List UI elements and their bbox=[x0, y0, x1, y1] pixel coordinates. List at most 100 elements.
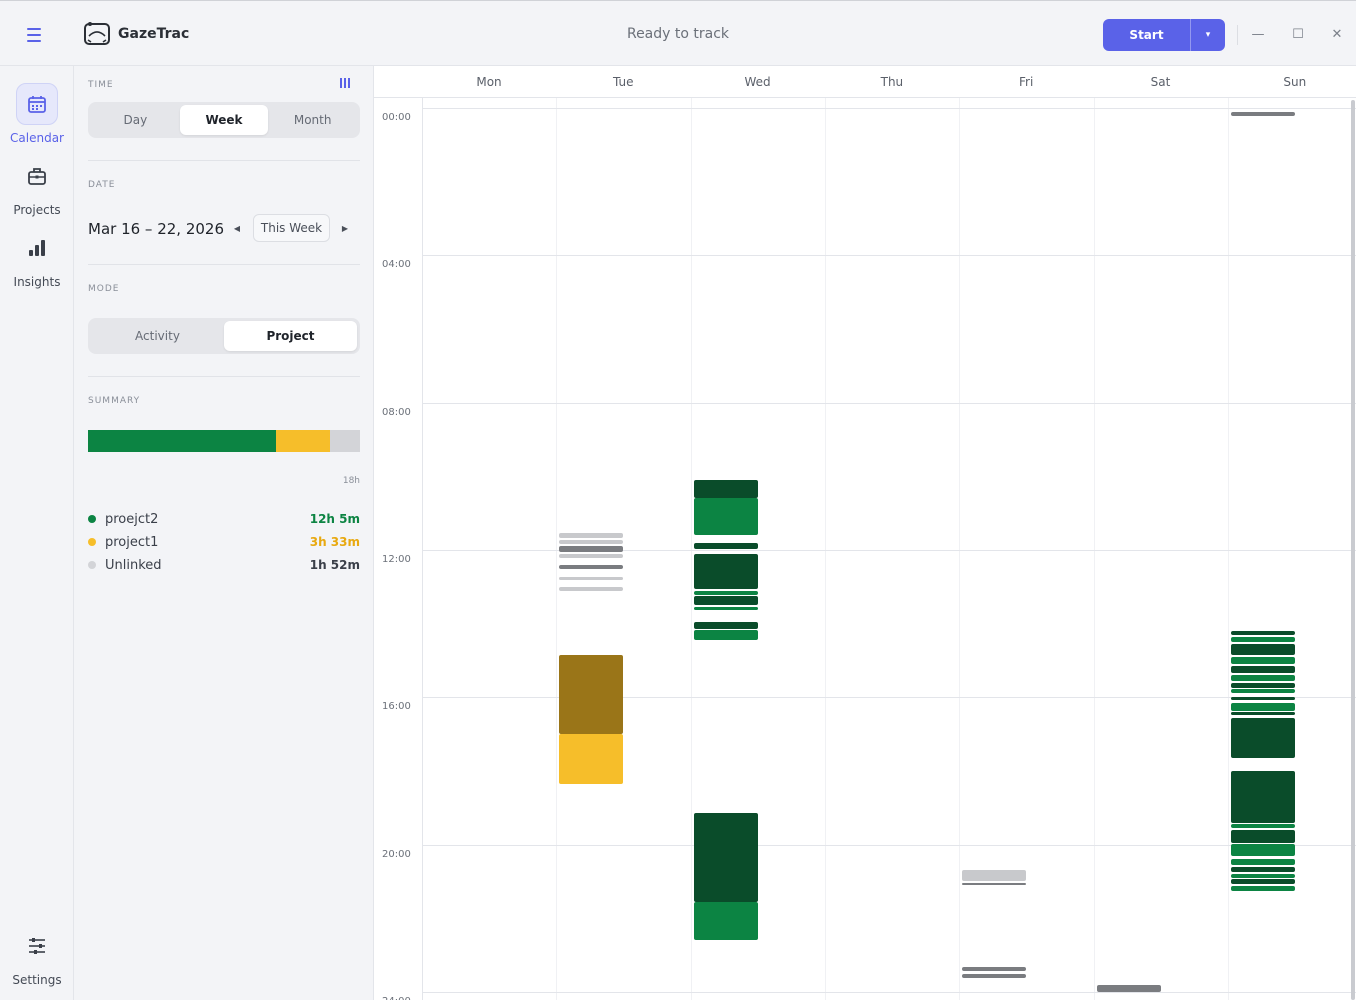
calendar-scrollbar[interactable] bbox=[1351, 100, 1355, 1000]
day-header-wed: Wed bbox=[744, 75, 771, 89]
hour-gridline bbox=[422, 402, 1356, 404]
tracked-block[interactable] bbox=[559, 533, 624, 539]
start-button[interactable]: Start bbox=[1103, 19, 1191, 51]
tracked-block[interactable] bbox=[1230, 656, 1295, 665]
week-calendar: Mon Tue Wed Thu Fri Sat Sun 00:00 04:00 08:00 12:… bbox=[374, 66, 1356, 1000]
day-header-tue: Tue bbox=[613, 75, 634, 89]
tracked-block[interactable] bbox=[1230, 631, 1295, 636]
menu-icon[interactable] bbox=[25, 25, 45, 43]
start-dropdown-icon[interactable]: ▾ bbox=[1191, 19, 1225, 51]
start-button-group: Start ▾ bbox=[1103, 19, 1225, 51]
tracked-block[interactable] bbox=[559, 553, 624, 559]
tracked-block[interactable] bbox=[1230, 712, 1295, 715]
summary-segment bbox=[88, 430, 276, 452]
tracked-block[interactable] bbox=[1230, 675, 1295, 681]
tracked-block[interactable] bbox=[693, 630, 758, 641]
tracked-block[interactable] bbox=[1230, 824, 1295, 829]
tracked-block[interactable] bbox=[1230, 666, 1295, 674]
next-week-icon[interactable]: ▶ bbox=[338, 220, 352, 236]
this-week-button[interactable]: This Week bbox=[253, 214, 330, 242]
time-option-month[interactable]: Month bbox=[268, 105, 357, 135]
day-column-divider bbox=[690, 98, 692, 1000]
tracked-block[interactable] bbox=[559, 586, 624, 591]
summary-bar bbox=[88, 430, 360, 452]
tracked-block[interactable] bbox=[559, 654, 624, 735]
tracked-block[interactable] bbox=[1230, 829, 1295, 843]
time-option-day[interactable]: Day bbox=[91, 105, 180, 135]
tracking-status: Ready to track bbox=[626, 26, 730, 42]
tracked-block[interactable] bbox=[962, 973, 1027, 978]
hour-gridline bbox=[422, 844, 1356, 846]
mode-option-activity[interactable]: Activity bbox=[91, 321, 224, 351]
tracked-block[interactable] bbox=[1230, 643, 1295, 655]
nav-calendar[interactable]: Calendar bbox=[0, 83, 74, 145]
tracked-block[interactable] bbox=[693, 480, 758, 498]
day-column-divider bbox=[422, 98, 423, 1000]
app-logo-icon bbox=[84, 22, 110, 45]
nav-projects[interactable]: Projects bbox=[0, 155, 74, 217]
tracked-block[interactable] bbox=[1230, 858, 1295, 865]
tracked-block[interactable] bbox=[1230, 843, 1295, 856]
legend-value: 3h 33m bbox=[309, 535, 360, 549]
tracked-block[interactable] bbox=[693, 621, 758, 630]
tracked-block[interactable] bbox=[693, 498, 758, 536]
tracked-block[interactable] bbox=[559, 576, 624, 581]
prev-week-icon[interactable]: ◀ bbox=[230, 220, 244, 236]
tracked-block[interactable] bbox=[1230, 689, 1295, 693]
summary-segment bbox=[275, 430, 331, 452]
time-range-selector: Day Week Month bbox=[88, 102, 360, 138]
tracked-block[interactable] bbox=[559, 565, 624, 570]
tracked-block[interactable] bbox=[1230, 702, 1295, 712]
tracked-block[interactable] bbox=[559, 734, 624, 784]
tracked-block[interactable] bbox=[962, 882, 1027, 885]
tracked-block[interactable] bbox=[1230, 866, 1295, 873]
legend-dot bbox=[88, 538, 96, 546]
tracked-block[interactable] bbox=[1096, 984, 1161, 992]
window-controls-divider bbox=[1237, 25, 1238, 45]
day-column-divider bbox=[1093, 98, 1095, 1000]
time-option-week[interactable]: Week bbox=[179, 105, 269, 135]
close-button[interactable]: ✕ bbox=[1326, 23, 1348, 45]
tracked-block[interactable] bbox=[693, 813, 758, 902]
tracked-block[interactable] bbox=[693, 901, 758, 941]
tracked-block[interactable] bbox=[693, 553, 758, 589]
tracked-block[interactable] bbox=[559, 539, 624, 545]
tracked-block[interactable] bbox=[1230, 874, 1295, 878]
tracked-block[interactable] bbox=[1230, 636, 1295, 643]
mode-section-label: MODE bbox=[88, 284, 120, 294]
time-label: 20:00 bbox=[382, 848, 411, 860]
tracked-block[interactable] bbox=[962, 966, 1027, 971]
tracked-block[interactable] bbox=[559, 545, 624, 552]
tracked-block[interactable] bbox=[1230, 717, 1295, 759]
nav-insights[interactable]: Insights bbox=[0, 227, 74, 289]
time-section-label: TIME bbox=[88, 80, 114, 90]
columns-icon[interactable] bbox=[340, 78, 354, 90]
nav-insights-label: Insights bbox=[13, 275, 61, 289]
sliders-icon bbox=[29, 938, 45, 954]
time-label: 04:00 bbox=[382, 259, 411, 271]
tracked-block[interactable] bbox=[1230, 682, 1295, 689]
tracked-block[interactable] bbox=[693, 590, 758, 595]
left-navigation: Calendar Projects Insights Settings bbox=[0, 66, 74, 1000]
nav-settings[interactable]: Settings bbox=[0, 925, 74, 987]
hour-gridline bbox=[422, 992, 1356, 993]
tracked-block[interactable] bbox=[1230, 697, 1295, 701]
mode-option-project[interactable]: Project bbox=[224, 321, 357, 351]
calendar-grid[interactable]: 00:00 04:00 08:00 12:00 16:00 20:00 24:00 bbox=[374, 98, 1356, 1000]
mode-selector: Activity Project bbox=[88, 318, 360, 354]
time-label: 00:00 bbox=[382, 112, 411, 123]
tracked-block[interactable] bbox=[1230, 111, 1295, 117]
tracked-block[interactable] bbox=[693, 542, 758, 550]
tracked-block[interactable] bbox=[962, 870, 1027, 882]
tracked-block[interactable] bbox=[693, 607, 758, 611]
tracked-block[interactable] bbox=[1230, 878, 1295, 885]
tracked-block[interactable] bbox=[693, 596, 758, 606]
maximize-button[interactable]: ☐ bbox=[1287, 23, 1309, 45]
minimize-button[interactable]: — bbox=[1247, 23, 1269, 45]
filter-panel: TIME Day Week Month DATE Mar 16 – 22, 20… bbox=[74, 66, 374, 1000]
tracked-block[interactable] bbox=[1230, 885, 1295, 891]
tracked-block[interactable] bbox=[1230, 771, 1295, 823]
time-label: 24:00 bbox=[382, 996, 411, 1000]
legend-item: Unlinked 1h 52m bbox=[88, 556, 360, 574]
divider bbox=[88, 376, 360, 377]
